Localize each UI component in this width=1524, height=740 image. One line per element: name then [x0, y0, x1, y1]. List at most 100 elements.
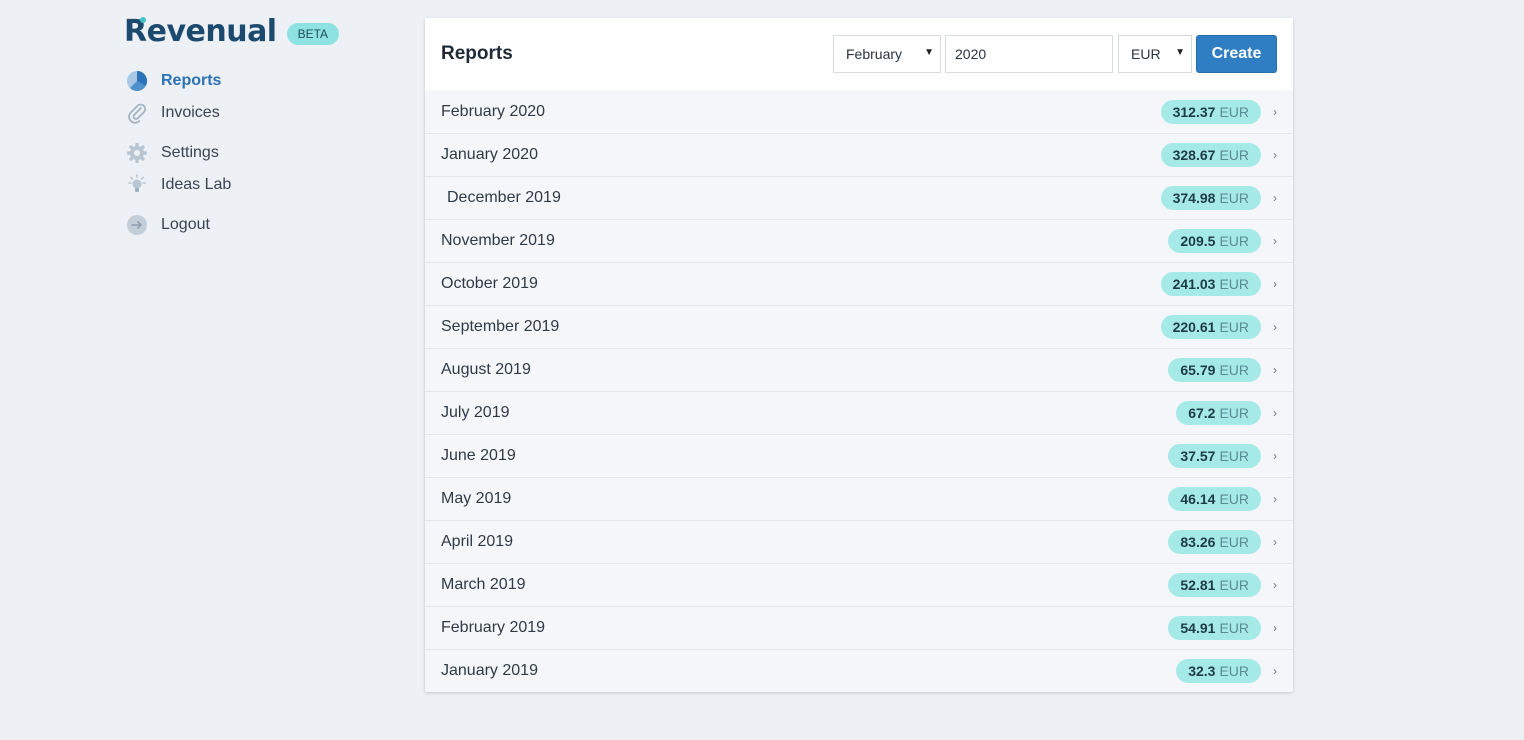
report-month-label: January 2020 [441, 146, 538, 163]
sidebar-item-label: Ideas Lab [161, 176, 232, 193]
report-row[interactable]: October 2019 241.03 EUR › [425, 262, 1293, 305]
report-list: February 2020 312.37 EUR › January 2020 3… [425, 90, 1293, 692]
report-row[interactable]: April 2019 83.26 EUR › [425, 520, 1293, 563]
amount-badge: 67.2 EUR [1176, 401, 1261, 425]
page-title: Reports [441, 43, 513, 64]
chevron-right-icon: › [1273, 191, 1277, 205]
sidebar-item-invoices[interactable]: Invoices [126, 102, 220, 124]
report-row[interactable]: February 2020 312.37 EUR › [425, 90, 1293, 133]
report-row[interactable]: September 2019 220.61 EUR › [425, 305, 1293, 348]
report-row[interactable]: March 2019 52.81 EUR › [425, 563, 1293, 606]
month-select-value: February [846, 46, 903, 62]
amount-value: 328.67 [1172, 147, 1216, 163]
amount-value: 83.26 [1180, 534, 1216, 550]
amount-currency: EUR [1219, 276, 1249, 292]
report-row[interactable]: May 2019 46.14 EUR › [425, 477, 1293, 520]
chevron-right-icon: › [1273, 148, 1277, 162]
logout-icon [126, 214, 148, 236]
chevron-right-icon: › [1273, 449, 1277, 463]
amount-value: 209.5 [1180, 233, 1216, 249]
amount-badge: 65.79 EUR [1168, 358, 1261, 382]
report-row[interactable]: December 2019 374.98 EUR › [425, 176, 1293, 219]
sidebar-item-logout[interactable]: Logout [126, 214, 210, 236]
pie-chart-icon [126, 70, 148, 92]
gear-icon [126, 142, 148, 164]
report-row[interactable]: July 2019 67.2 EUR › [425, 391, 1293, 434]
amount-currency: EUR [1219, 405, 1249, 421]
amount-currency: EUR [1219, 319, 1249, 335]
amount-value: 65.79 [1180, 362, 1216, 378]
sidebar-item-settings[interactable]: Settings [126, 142, 219, 164]
report-row[interactable]: January 2019 32.3 EUR › [425, 649, 1293, 692]
caret-down-icon: ▼ [1175, 47, 1185, 58]
report-row[interactable]: February 2019 54.91 EUR › [425, 606, 1293, 649]
amount-value: 37.57 [1180, 448, 1216, 464]
chevron-right-icon: › [1273, 320, 1277, 334]
amount-currency: EUR [1219, 147, 1249, 163]
amount-currency: EUR [1219, 577, 1249, 593]
amount-value: 32.3 [1188, 663, 1216, 679]
brand-name: Revenual [124, 14, 277, 49]
amount-currency: EUR [1219, 362, 1249, 378]
amount-badge: 83.26 EUR [1168, 530, 1261, 554]
report-month-label: January 2019 [441, 662, 538, 679]
report-month-label: March 2019 [441, 576, 526, 593]
chevron-right-icon: › [1273, 621, 1277, 635]
chevron-right-icon: › [1273, 535, 1277, 549]
amount-value: 312.37 [1172, 103, 1216, 120]
brand-logo[interactable]: Revenual BETA [124, 14, 340, 49]
amount-value: 46.14 [1180, 491, 1216, 507]
amount-currency: EUR [1219, 491, 1249, 507]
amount-value: 241.03 [1172, 276, 1216, 292]
logo-dot-icon [140, 17, 146, 23]
amount-badge: 54.91 EUR [1168, 616, 1261, 640]
sidebar-item-label: Reports [161, 72, 222, 89]
amount-badge: 46.14 EUR [1168, 487, 1261, 511]
amount-badge: 374.98 EUR [1160, 186, 1261, 210]
amount-value: 54.91 [1180, 620, 1216, 636]
amount-currency: EUR [1219, 190, 1249, 206]
report-row[interactable]: June 2019 37.57 EUR › [425, 434, 1293, 477]
report-row[interactable]: November 2019 209.5 EUR › [425, 219, 1293, 262]
amount-badge: 328.67 EUR [1160, 143, 1261, 167]
report-row[interactable]: January 2020 328.67 EUR › [425, 133, 1293, 176]
report-month-label: April 2019 [441, 533, 514, 550]
sidebar-item-label: Logout [161, 216, 210, 233]
amount-currency: EUR [1219, 620, 1249, 636]
report-month-label: June 2019 [441, 447, 516, 464]
amount-value: 67.2 [1188, 405, 1216, 421]
amount-badge: 220.61 EUR [1160, 315, 1261, 339]
report-month-label: February 2020 [441, 102, 546, 120]
create-button[interactable]: Create [1196, 35, 1277, 73]
amount-currency: EUR [1219, 448, 1249, 464]
amount-badge: 52.81 EUR [1168, 573, 1261, 597]
currency-select[interactable]: EUR ▼ [1118, 35, 1192, 73]
report-month-label: November 2019 [441, 232, 555, 249]
chevron-right-icon: › [1273, 104, 1277, 119]
amount-badge: 209.5 EUR [1168, 229, 1261, 253]
report-month-label: May 2019 [441, 490, 512, 507]
chevron-right-icon: › [1273, 363, 1277, 377]
chevron-right-icon: › [1273, 664, 1277, 678]
amount-currency: EUR [1219, 233, 1249, 249]
lightbulb-icon [126, 174, 148, 196]
currency-select-value: EUR [1131, 46, 1161, 62]
sidebar-item-label: Invoices [161, 104, 220, 121]
chevron-right-icon: › [1273, 578, 1277, 592]
report-month-label: July 2019 [441, 404, 510, 421]
reports-card: Reports February ▼ 2020 EUR ▼ Create Feb… [425, 18, 1293, 692]
paperclip-icon [126, 102, 148, 124]
year-input[interactable]: 2020 [945, 35, 1113, 73]
reports-header: Reports February ▼ 2020 EUR ▼ Create [425, 18, 1293, 90]
month-select[interactable]: February ▼ [833, 35, 941, 73]
sidebar-item-ideas-lab[interactable]: Ideas Lab [126, 174, 231, 196]
sidebar-item-label: Settings [161, 144, 219, 161]
report-month-label: August 2019 [441, 361, 531, 378]
amount-badge: 241.03 EUR [1160, 272, 1261, 296]
amount-value: 374.98 [1172, 190, 1216, 206]
amount-badge: 37.57 EUR [1168, 444, 1261, 468]
report-row[interactable]: August 2019 65.79 EUR › [425, 348, 1293, 391]
year-input-value: 2020 [955, 46, 987, 62]
chevron-right-icon: › [1273, 234, 1277, 248]
sidebar-item-reports[interactable]: Reports [126, 70, 221, 92]
